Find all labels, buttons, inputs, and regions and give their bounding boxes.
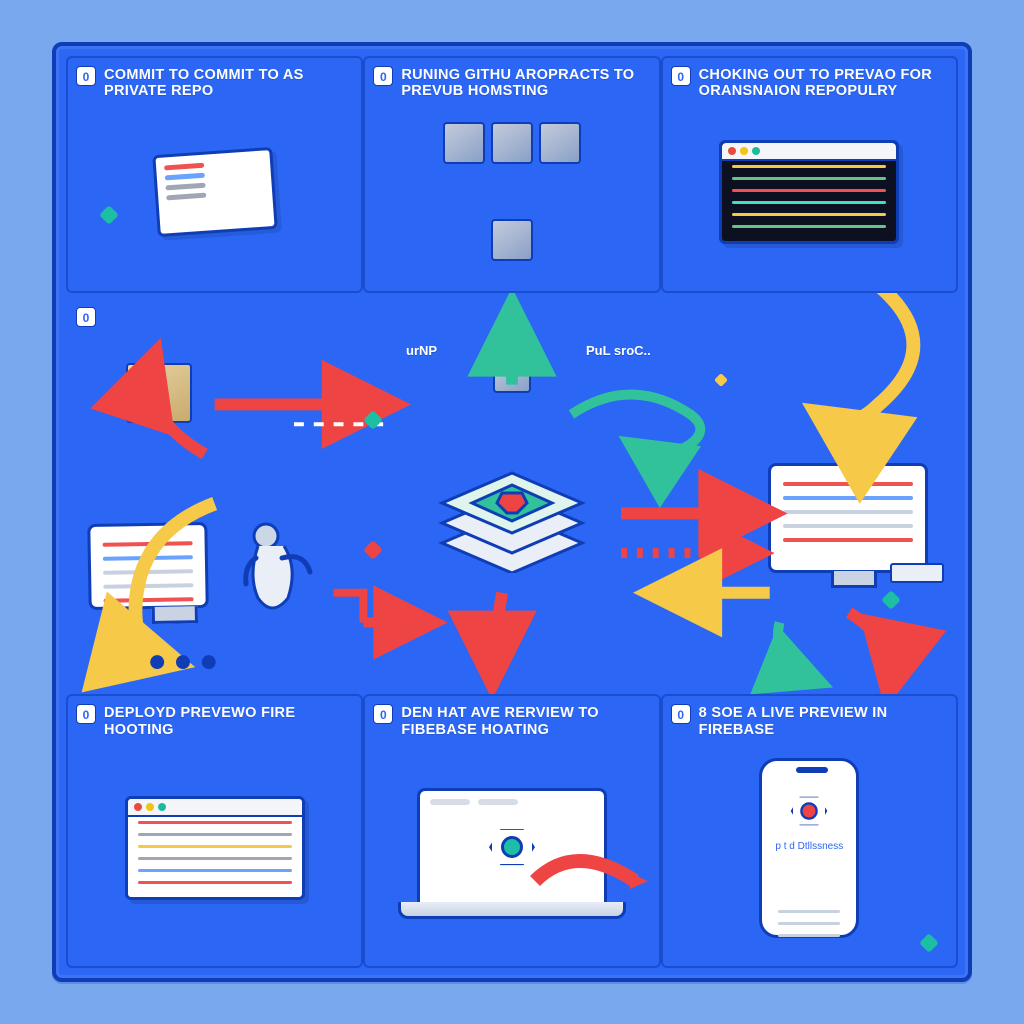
- panel-bottom-center: 0 Den hat ave rerview to Fibebase hoatin…: [363, 694, 660, 968]
- caption-top-right: Choking out to prevao for oransnaion rep…: [699, 67, 948, 99]
- sparkle-icon: [363, 540, 383, 560]
- sparkle-icon: [363, 410, 383, 430]
- phone-preview-icon: p t d Dtllssness: [669, 736, 950, 960]
- caption-bottom-center: Den hat ave rerview to Fibebase hoating: [401, 705, 650, 737]
- stack-hub-icon: [422, 433, 602, 578]
- terminal-icon: [669, 98, 950, 285]
- monitor-icon: [768, 463, 928, 573]
- caption-top-center: Runing githu aropracts to preVub homstin…: [401, 67, 650, 99]
- step-badge: 0: [76, 307, 96, 327]
- sparkle-icon: [881, 590, 901, 610]
- step-badge: 0: [373, 66, 393, 86]
- center-area: 0 ◆: [66, 293, 958, 694]
- panel-bottom-left: 0 Deployd prevewo Fire hooting: [66, 694, 363, 968]
- character-icon: [236, 518, 316, 623]
- desktop-icon: [88, 523, 208, 609]
- panel-bottom-right: 0 8 Soe a live preview in Firebase p t d…: [661, 694, 958, 968]
- label-urnp: urNP: [406, 343, 437, 358]
- caption-top-left: Commit to commit to as private repo: [104, 67, 353, 99]
- package-stack-icon: [437, 98, 587, 285]
- code-window-icon: [74, 736, 355, 960]
- sparkle-icon: [714, 373, 728, 387]
- browser-tilt-icon: [74, 98, 355, 285]
- package-icon: ◆: [126, 363, 192, 423]
- step-badge: 0: [76, 704, 96, 724]
- laptop-icon: [371, 736, 652, 960]
- phone-subtext: p t d Dtllssness: [770, 841, 848, 852]
- caption-bottom-right: 8 Soe a live preview in Firebase: [699, 705, 948, 737]
- diagram-board: 0 Commit to commit to as private repo 0 …: [52, 42, 972, 982]
- step-badge: 0: [76, 66, 96, 86]
- panel-top-center: 0 Runing githu aropracts to preVub homst…: [363, 56, 660, 293]
- step-badge: 0: [671, 704, 691, 724]
- top-row: 0 Commit to commit to as private repo 0 …: [66, 56, 958, 293]
- step-badge: 0: [373, 704, 393, 724]
- step-badge: 0: [671, 66, 691, 86]
- panel-top-left: 0 Commit to commit to as private repo: [66, 56, 363, 293]
- panel-top-right: 0 Choking out to prevao for oransnaion r…: [661, 56, 958, 293]
- arrow-right-icon: [530, 851, 650, 911]
- label-pulsroc: PuL sroC..: [586, 343, 651, 358]
- cube-icon: [493, 359, 531, 393]
- caption-bottom-left: Deployd prevewo Fire hooting: [104, 705, 353, 737]
- bottom-row: 0 Deployd prevewo Fire hooting 0 Den hat…: [66, 694, 958, 968]
